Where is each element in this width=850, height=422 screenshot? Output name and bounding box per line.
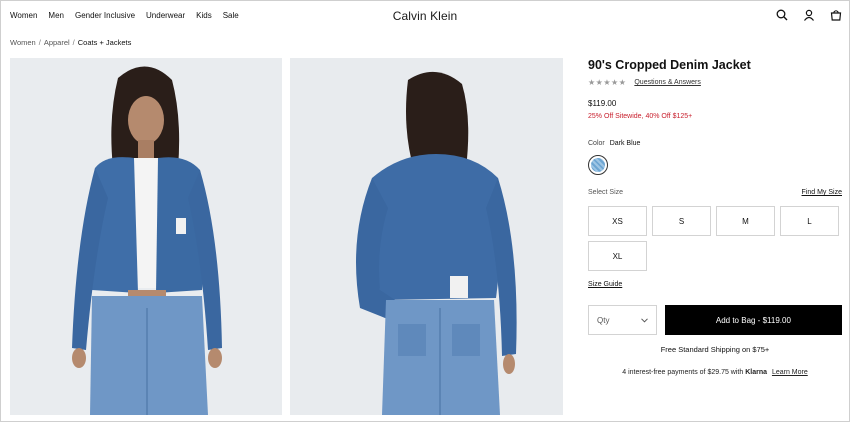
purchase-row: Qty Add to Bag - $119.00 [588,305,842,335]
color-swatch-dark-blue[interactable] [588,155,608,175]
klarna-text: 4 interest-free payments of $29.75 with [622,369,744,376]
nav-women[interactable]: Women [10,11,37,20]
product-image-front[interactable] [10,58,282,415]
klarna-note: 4 interest-free payments of $29.75 with … [588,369,842,376]
size-option-m[interactable]: M [716,206,775,236]
chevron-down-icon [640,316,648,325]
main-nav: Women Men Gender Inclusive Underwear Kid… [10,11,250,20]
brand-logo[interactable]: Calvin Klein [393,9,458,23]
account-icon[interactable] [803,9,815,21]
size-option-s[interactable]: S [652,206,711,236]
breadcrumb-separator: / [72,38,75,47]
breadcrumb-current: Coats + Jackets [77,38,132,47]
questions-answers-link[interactable]: Questions & Answers [634,79,701,86]
breadcrumb: Women / Apparel / Coats + Jackets [10,38,131,47]
bag-icon[interactable] [830,9,842,21]
product-title: 90's Cropped Denim Jacket [588,58,751,72]
select-size-label: Select Size [588,189,624,196]
product-image-back[interactable] [290,58,563,415]
klarna-learn-more-link[interactable]: Learn More [772,369,808,376]
swatch-fill [591,158,605,172]
quantity-select[interactable]: Qty [588,305,657,335]
color-label: Color [588,140,605,147]
breadcrumb-women[interactable]: Women [10,38,36,47]
nav-gender-inclusive[interactable]: Gender Inclusive [75,11,135,20]
find-my-size-link[interactable]: Find My Size [802,189,842,196]
nav-underwear[interactable]: Underwear [146,11,185,20]
size-header: Select Size Find My Size [588,189,842,196]
nav-men[interactable]: Men [48,11,64,20]
quantity-placeholder: Qty [597,315,610,325]
color-row: Color Dark Blue [588,140,842,147]
size-guide-link[interactable]: Size Guide [588,281,622,288]
size-option-xl[interactable]: XL [588,241,647,271]
search-icon[interactable] [776,9,788,21]
size-option-xs[interactable]: XS [588,206,647,236]
breadcrumb-apparel[interactable]: Apparel [44,38,70,47]
add-to-bag-button[interactable]: Add to Bag - $119.00 [664,305,842,335]
breadcrumb-separator: / [38,38,41,47]
product-details: 90's Cropped Denim Jacket ★★★★★ Question… [588,58,842,376]
header-icons [776,9,842,21]
shipping-note: Free Standard Shipping on $75+ [660,345,770,354]
star-rating[interactable]: ★★★★★ [588,78,626,87]
promo-text: 25% Off Sitewide, 40% Off $125+ [588,113,693,120]
klarna-logo: Klarna [745,369,767,376]
product-price: $119.00 [588,99,617,108]
color-value: Dark Blue [609,140,641,147]
nav-sale[interactable]: Sale [223,11,239,20]
nav-kids[interactable]: Kids [196,11,212,20]
size-option-l[interactable]: L [780,206,839,236]
size-grid: XS S M L XL [588,206,842,271]
rating-row: ★★★★★ Questions & Answers [588,78,842,87]
